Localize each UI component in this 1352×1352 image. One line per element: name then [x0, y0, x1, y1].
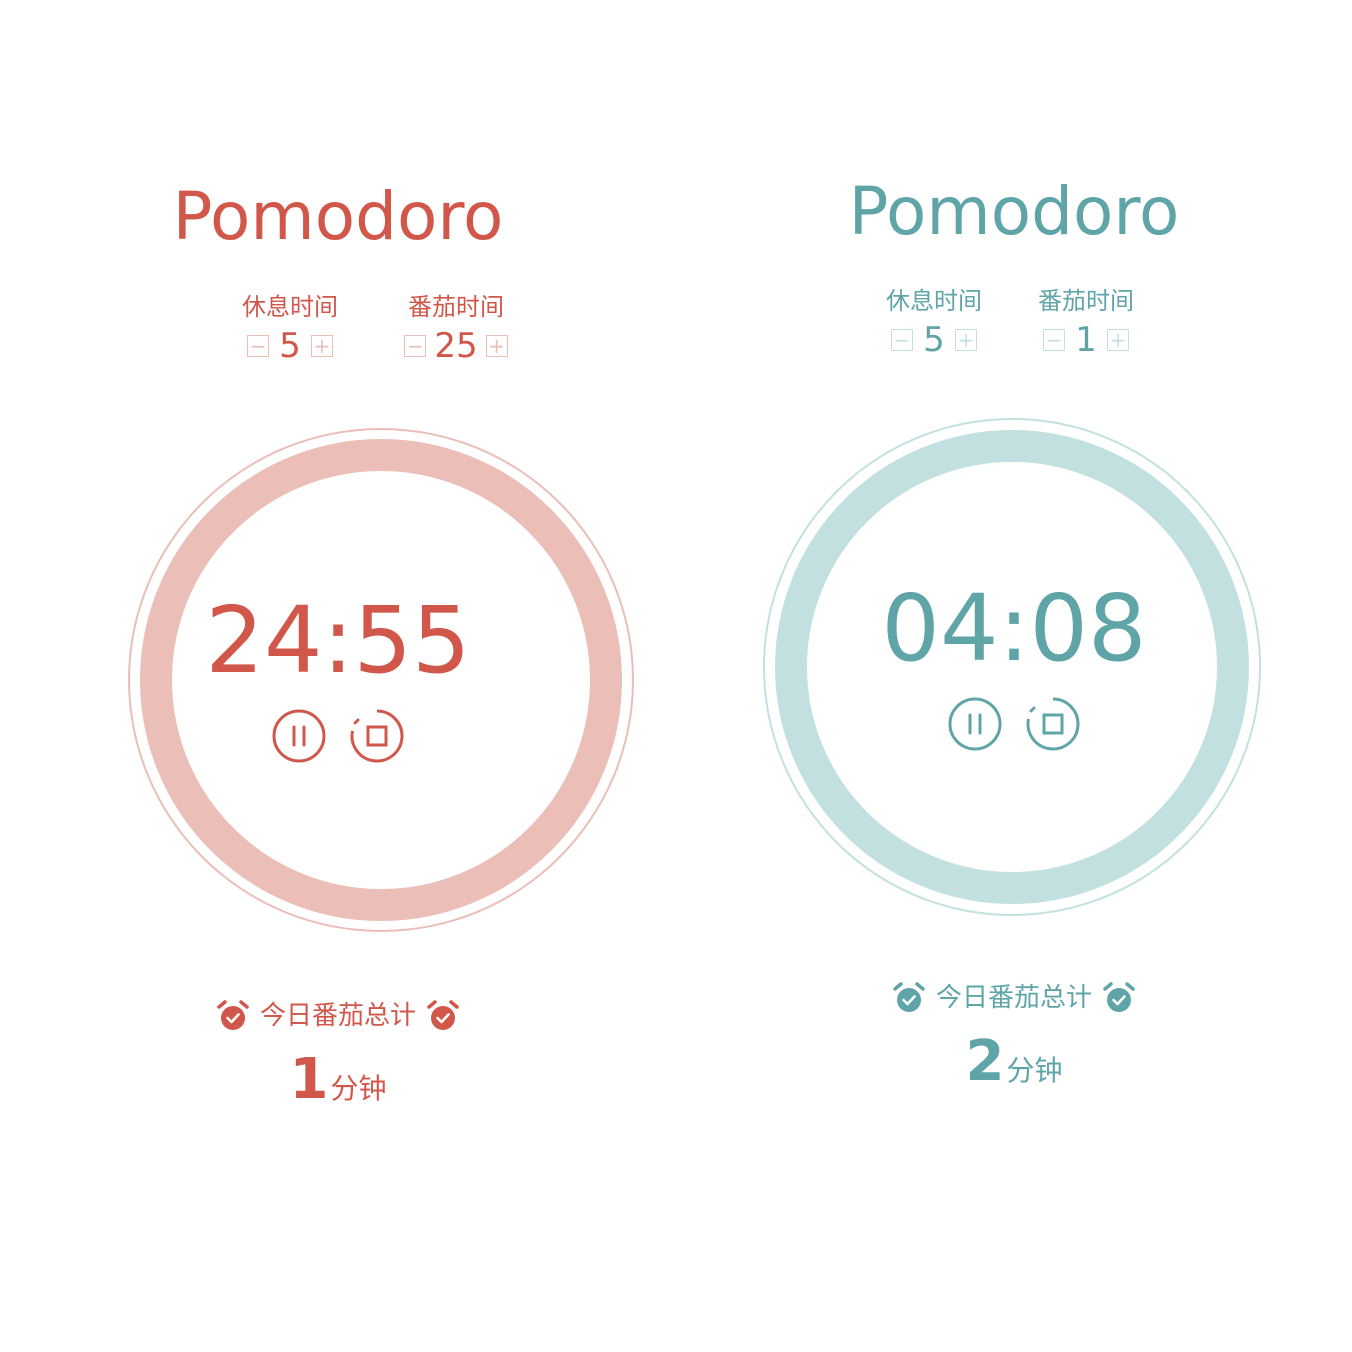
- daily-total-value: 1: [289, 1047, 329, 1112]
- daily-total-unit: 分钟: [330, 1072, 387, 1105]
- pause-circle-icon[interactable]: [947, 696, 1003, 752]
- timer-controls: [676, 696, 1352, 752]
- work-time-setting: 番茄时间 − 25 +: [386, 292, 526, 366]
- work-time-value: 1: [1075, 320, 1097, 360]
- alarm-clock-check-icon: [1103, 982, 1135, 1012]
- pause-circle-icon[interactable]: [271, 708, 327, 764]
- daily-summary: 今日番茄总计: [676, 980, 1352, 1016]
- app-title: Pomodoro: [848, 173, 1180, 250]
- work-time-setting: 番茄时间 − 1 +: [1016, 286, 1156, 360]
- stop-circle-icon[interactable]: [1025, 696, 1081, 752]
- work-time-stepper: − 1 +: [1016, 320, 1156, 360]
- daily-total-value: 2: [965, 1029, 1005, 1094]
- plus-square-icon[interactable]: +: [311, 335, 333, 357]
- rest-time-value: 5: [923, 320, 945, 360]
- daily-total: 1分钟: [0, 1050, 676, 1110]
- rest-time-label: 休息时间: [886, 287, 982, 315]
- pomodoro-panel-teal: Pomodoro 休息时间 − 5 + 番茄时间 − 1 + 04:08 今日番…: [676, 0, 1352, 1352]
- minus-square-icon[interactable]: −: [247, 335, 269, 357]
- plus-square-icon[interactable]: +: [1107, 329, 1129, 351]
- work-time-stepper: − 25 +: [386, 326, 526, 366]
- plus-square-icon[interactable]: +: [955, 329, 977, 351]
- plus-square-icon[interactable]: +: [485, 335, 508, 357]
- rest-time-setting: 休息时间 − 5 +: [220, 292, 360, 366]
- minus-square-icon[interactable]: −: [1043, 329, 1065, 351]
- work-time-label: 番茄时间: [1038, 287, 1134, 315]
- daily-total-label: 今日番茄总计: [259, 1001, 416, 1031]
- work-time-value: 25: [434, 326, 478, 366]
- alarm-clock-check-icon: [893, 982, 925, 1012]
- minus-square-icon[interactable]: −: [404, 335, 427, 357]
- pomodoro-panel-red: Pomodoro 休息时间 − 5 + 番茄时间 − 25 + 24:55 今日…: [0, 0, 676, 1352]
- minus-square-icon[interactable]: −: [891, 329, 913, 351]
- rest-time-value: 5: [279, 326, 301, 366]
- app-title: Pomodoro: [172, 178, 504, 255]
- countdown-display: 04:08: [881, 575, 1147, 682]
- daily-total-unit: 分钟: [1006, 1054, 1063, 1087]
- rest-time-setting: 休息时间 − 5 +: [864, 286, 1004, 360]
- daily-summary: 今日番茄总计: [0, 998, 676, 1034]
- work-time-label: 番茄时间: [408, 293, 504, 321]
- rest-time-stepper: − 5 +: [864, 320, 1004, 360]
- stop-circle-icon[interactable]: [349, 708, 405, 764]
- daily-total: 2分钟: [676, 1032, 1352, 1092]
- daily-total-label: 今日番茄总计: [935, 983, 1092, 1013]
- rest-time-stepper: − 5 +: [220, 326, 360, 366]
- countdown-display: 24:55: [205, 587, 471, 694]
- alarm-clock-check-icon: [427, 1000, 459, 1030]
- timer-controls: [0, 708, 676, 764]
- rest-time-label: 休息时间: [242, 293, 338, 321]
- alarm-clock-check-icon: [217, 1000, 249, 1030]
